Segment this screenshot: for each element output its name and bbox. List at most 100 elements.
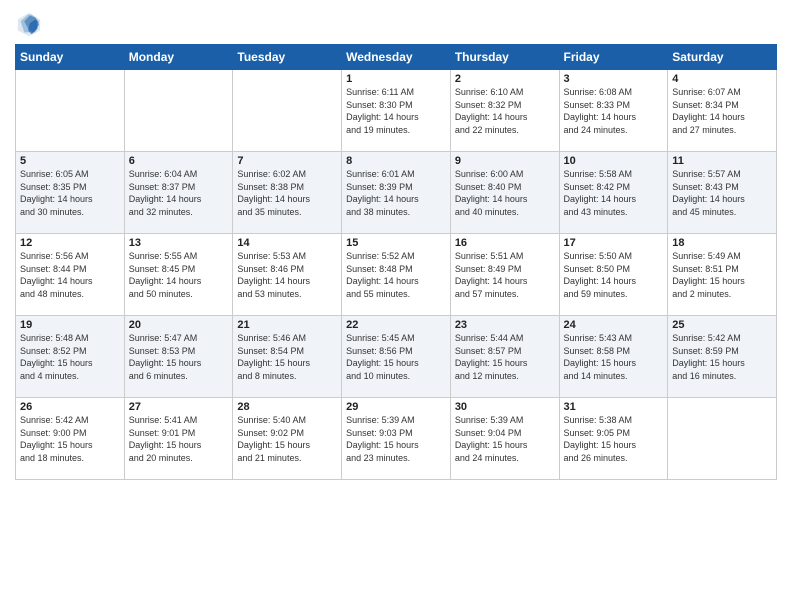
day-number: 7 xyxy=(237,155,337,167)
day-info: Sunrise: 5:47 AM Sunset: 8:53 PM Dayligh… xyxy=(129,332,229,382)
day-header-wednesday: Wednesday xyxy=(342,45,451,70)
calendar-cell: 31Sunrise: 5:38 AM Sunset: 9:05 PM Dayli… xyxy=(559,398,668,480)
calendar-cell: 1Sunrise: 6:11 AM Sunset: 8:30 PM Daylig… xyxy=(342,70,451,152)
calendar-header-row: SundayMondayTuesdayWednesdayThursdayFrid… xyxy=(16,45,777,70)
day-number: 5 xyxy=(20,155,120,167)
calendar-cell: 8Sunrise: 6:01 AM Sunset: 8:39 PM Daylig… xyxy=(342,152,451,234)
day-number: 10 xyxy=(564,155,664,167)
day-number: 30 xyxy=(455,401,555,413)
calendar-cell: 11Sunrise: 5:57 AM Sunset: 8:43 PM Dayli… xyxy=(668,152,777,234)
day-info: Sunrise: 5:39 AM Sunset: 9:04 PM Dayligh… xyxy=(455,414,555,464)
calendar-cell: 10Sunrise: 5:58 AM Sunset: 8:42 PM Dayli… xyxy=(559,152,668,234)
day-number: 6 xyxy=(129,155,229,167)
day-number: 9 xyxy=(455,155,555,167)
day-number: 15 xyxy=(346,237,446,249)
calendar-cell xyxy=(668,398,777,480)
calendar-cell: 28Sunrise: 5:40 AM Sunset: 9:02 PM Dayli… xyxy=(233,398,342,480)
calendar-cell: 17Sunrise: 5:50 AM Sunset: 8:50 PM Dayli… xyxy=(559,234,668,316)
calendar-cell: 22Sunrise: 5:45 AM Sunset: 8:56 PM Dayli… xyxy=(342,316,451,398)
day-info: Sunrise: 5:53 AM Sunset: 8:46 PM Dayligh… xyxy=(237,250,337,300)
day-info: Sunrise: 6:00 AM Sunset: 8:40 PM Dayligh… xyxy=(455,168,555,218)
day-info: Sunrise: 6:04 AM Sunset: 8:37 PM Dayligh… xyxy=(129,168,229,218)
day-info: Sunrise: 6:10 AM Sunset: 8:32 PM Dayligh… xyxy=(455,86,555,136)
day-number: 11 xyxy=(672,155,772,167)
day-info: Sunrise: 5:42 AM Sunset: 8:59 PM Dayligh… xyxy=(672,332,772,382)
day-info: Sunrise: 5:51 AM Sunset: 8:49 PM Dayligh… xyxy=(455,250,555,300)
day-number: 2 xyxy=(455,73,555,85)
day-info: Sunrise: 5:52 AM Sunset: 8:48 PM Dayligh… xyxy=(346,250,446,300)
day-info: Sunrise: 5:43 AM Sunset: 8:58 PM Dayligh… xyxy=(564,332,664,382)
calendar-cell: 13Sunrise: 5:55 AM Sunset: 8:45 PM Dayli… xyxy=(124,234,233,316)
calendar-cell: 19Sunrise: 5:48 AM Sunset: 8:52 PM Dayli… xyxy=(16,316,125,398)
day-info: Sunrise: 6:02 AM Sunset: 8:38 PM Dayligh… xyxy=(237,168,337,218)
day-info: Sunrise: 6:05 AM Sunset: 8:35 PM Dayligh… xyxy=(20,168,120,218)
day-info: Sunrise: 5:57 AM Sunset: 8:43 PM Dayligh… xyxy=(672,168,772,218)
day-info: Sunrise: 6:11 AM Sunset: 8:30 PM Dayligh… xyxy=(346,86,446,136)
day-info: Sunrise: 5:58 AM Sunset: 8:42 PM Dayligh… xyxy=(564,168,664,218)
day-info: Sunrise: 6:01 AM Sunset: 8:39 PM Dayligh… xyxy=(346,168,446,218)
day-number: 18 xyxy=(672,237,772,249)
calendar-cell: 18Sunrise: 5:49 AM Sunset: 8:51 PM Dayli… xyxy=(668,234,777,316)
calendar-cell: 7Sunrise: 6:02 AM Sunset: 8:38 PM Daylig… xyxy=(233,152,342,234)
day-number: 20 xyxy=(129,319,229,331)
calendar-cell: 6Sunrise: 6:04 AM Sunset: 8:37 PM Daylig… xyxy=(124,152,233,234)
day-info: Sunrise: 5:41 AM Sunset: 9:01 PM Dayligh… xyxy=(129,414,229,464)
calendar-cell: 12Sunrise: 5:56 AM Sunset: 8:44 PM Dayli… xyxy=(16,234,125,316)
calendar-cell: 2Sunrise: 6:10 AM Sunset: 8:32 PM Daylig… xyxy=(450,70,559,152)
day-number: 12 xyxy=(20,237,120,249)
calendar: SundayMondayTuesdayWednesdayThursdayFrid… xyxy=(15,44,777,480)
calendar-cell: 21Sunrise: 5:46 AM Sunset: 8:54 PM Dayli… xyxy=(233,316,342,398)
calendar-cell xyxy=(233,70,342,152)
day-info: Sunrise: 5:44 AM Sunset: 8:57 PM Dayligh… xyxy=(455,332,555,382)
day-number: 1 xyxy=(346,73,446,85)
calendar-cell xyxy=(124,70,233,152)
day-number: 14 xyxy=(237,237,337,249)
day-header-friday: Friday xyxy=(559,45,668,70)
calendar-cell: 4Sunrise: 6:07 AM Sunset: 8:34 PM Daylig… xyxy=(668,70,777,152)
day-number: 22 xyxy=(346,319,446,331)
page: SundayMondayTuesdayWednesdayThursdayFrid… xyxy=(0,0,792,612)
week-row-4: 19Sunrise: 5:48 AM Sunset: 8:52 PM Dayli… xyxy=(16,316,777,398)
day-info: Sunrise: 5:38 AM Sunset: 9:05 PM Dayligh… xyxy=(564,414,664,464)
calendar-cell: 26Sunrise: 5:42 AM Sunset: 9:00 PM Dayli… xyxy=(16,398,125,480)
day-info: Sunrise: 6:08 AM Sunset: 8:33 PM Dayligh… xyxy=(564,86,664,136)
day-number: 29 xyxy=(346,401,446,413)
day-header-thursday: Thursday xyxy=(450,45,559,70)
day-number: 25 xyxy=(672,319,772,331)
day-number: 24 xyxy=(564,319,664,331)
calendar-cell: 23Sunrise: 5:44 AM Sunset: 8:57 PM Dayli… xyxy=(450,316,559,398)
calendar-cell: 14Sunrise: 5:53 AM Sunset: 8:46 PM Dayli… xyxy=(233,234,342,316)
calendar-cell: 20Sunrise: 5:47 AM Sunset: 8:53 PM Dayli… xyxy=(124,316,233,398)
calendar-cell: 24Sunrise: 5:43 AM Sunset: 8:58 PM Dayli… xyxy=(559,316,668,398)
day-number: 8 xyxy=(346,155,446,167)
logo xyxy=(15,10,45,38)
day-number: 4 xyxy=(672,73,772,85)
calendar-cell xyxy=(16,70,125,152)
day-number: 13 xyxy=(129,237,229,249)
day-number: 16 xyxy=(455,237,555,249)
day-info: Sunrise: 5:42 AM Sunset: 9:00 PM Dayligh… xyxy=(20,414,120,464)
calendar-cell: 27Sunrise: 5:41 AM Sunset: 9:01 PM Dayli… xyxy=(124,398,233,480)
calendar-cell: 29Sunrise: 5:39 AM Sunset: 9:03 PM Dayli… xyxy=(342,398,451,480)
week-row-1: 1Sunrise: 6:11 AM Sunset: 8:30 PM Daylig… xyxy=(16,70,777,152)
day-header-sunday: Sunday xyxy=(16,45,125,70)
calendar-cell: 5Sunrise: 6:05 AM Sunset: 8:35 PM Daylig… xyxy=(16,152,125,234)
logo-icon xyxy=(15,10,43,38)
day-number: 28 xyxy=(237,401,337,413)
day-number: 3 xyxy=(564,73,664,85)
header xyxy=(15,10,777,38)
day-header-monday: Monday xyxy=(124,45,233,70)
day-info: Sunrise: 5:46 AM Sunset: 8:54 PM Dayligh… xyxy=(237,332,337,382)
day-info: Sunrise: 6:07 AM Sunset: 8:34 PM Dayligh… xyxy=(672,86,772,136)
day-number: 26 xyxy=(20,401,120,413)
calendar-cell: 25Sunrise: 5:42 AM Sunset: 8:59 PM Dayli… xyxy=(668,316,777,398)
day-info: Sunrise: 5:50 AM Sunset: 8:50 PM Dayligh… xyxy=(564,250,664,300)
week-row-5: 26Sunrise: 5:42 AM Sunset: 9:00 PM Dayli… xyxy=(16,398,777,480)
day-number: 21 xyxy=(237,319,337,331)
day-header-saturday: Saturday xyxy=(668,45,777,70)
day-number: 19 xyxy=(20,319,120,331)
day-number: 23 xyxy=(455,319,555,331)
calendar-cell: 30Sunrise: 5:39 AM Sunset: 9:04 PM Dayli… xyxy=(450,398,559,480)
day-info: Sunrise: 5:48 AM Sunset: 8:52 PM Dayligh… xyxy=(20,332,120,382)
day-number: 27 xyxy=(129,401,229,413)
